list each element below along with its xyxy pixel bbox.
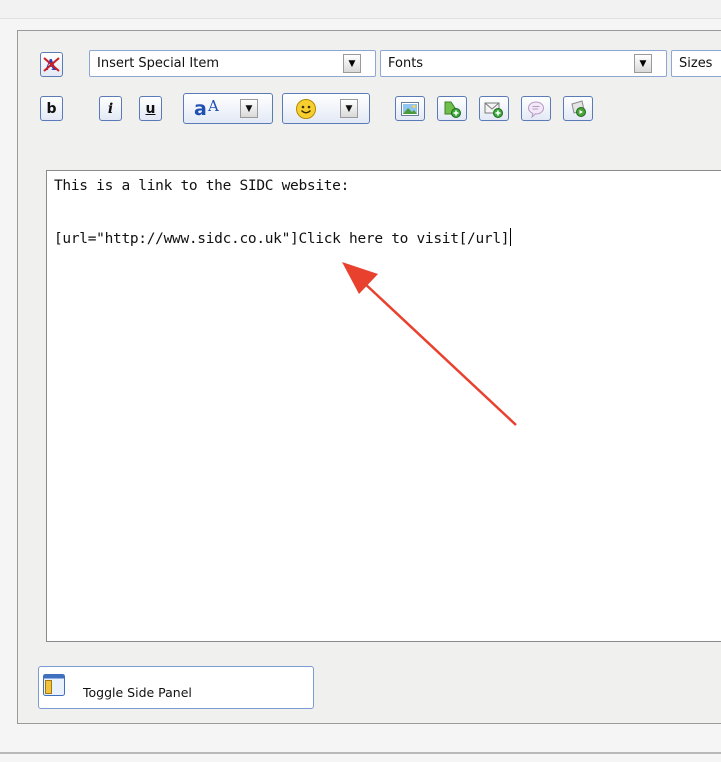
insert-email-button[interactable] [479, 96, 509, 121]
chevron-down-icon: ▼ [340, 99, 358, 118]
font-color-button[interactable]: a A ▼ [183, 93, 273, 124]
message-editor[interactable]: This is a link to the SIDC website: [url… [46, 170, 721, 642]
top-band [0, 0, 721, 19]
chevron-down-icon[interactable]: ▼ [343, 54, 361, 73]
bottom-divider [0, 752, 721, 754]
editor-line-2-text: [url="http://www.sidc.co.uk"]Click here … [54, 231, 510, 247]
media-icon [571, 99, 586, 117]
editor-line-2: [url="http://www.sidc.co.uk"]Click here … [54, 228, 512, 247]
side-panel-icon [43, 674, 65, 696]
add-link-icon [444, 101, 461, 118]
toggle-side-panel-button[interactable]: Toggle Side Panel [38, 666, 314, 709]
chevron-down-icon[interactable]: ▼ [634, 54, 652, 73]
fonts-label: Fonts [388, 56, 424, 71]
remove-format-button[interactable]: A [40, 52, 63, 77]
svg-text:A: A [207, 97, 219, 115]
italic-button[interactable]: i [99, 96, 122, 121]
underline-label: u [145, 100, 156, 117]
smiley-icon [296, 99, 316, 119]
image-icon [401, 101, 419, 116]
sizes-label: Sizes [679, 56, 713, 71]
editor-line-1: This is a link to the SIDC website: [54, 178, 350, 194]
insert-special-item-select[interactable]: Insert Special Item ▼ [89, 50, 376, 77]
insert-special-item-label: Insert Special Item [97, 56, 219, 71]
italic-label: i [107, 100, 114, 117]
bold-button[interactable]: b [40, 96, 63, 121]
bold-label: b [46, 100, 57, 117]
chevron-down-icon: ▼ [240, 99, 258, 118]
svg-text:a: a [194, 98, 207, 120]
speech-bubble-icon [528, 101, 544, 118]
sizes-select[interactable]: Sizes [671, 50, 721, 77]
insert-media-button[interactable] [563, 96, 593, 121]
font-color-icon: a A [194, 97, 219, 120]
insert-image-button[interactable] [395, 96, 425, 121]
remove-format-icon: A [43, 56, 60, 73]
text-caret [510, 228, 512, 246]
underline-button[interactable]: u [139, 96, 162, 121]
toggle-side-panel-label: Toggle Side Panel [83, 685, 192, 700]
insert-link-button[interactable] [437, 96, 467, 121]
fonts-select[interactable]: Fonts ▼ [380, 50, 667, 77]
insert-quote-button[interactable] [521, 96, 551, 121]
emoticon-button[interactable]: ▼ [282, 93, 370, 124]
add-email-icon [484, 102, 503, 118]
